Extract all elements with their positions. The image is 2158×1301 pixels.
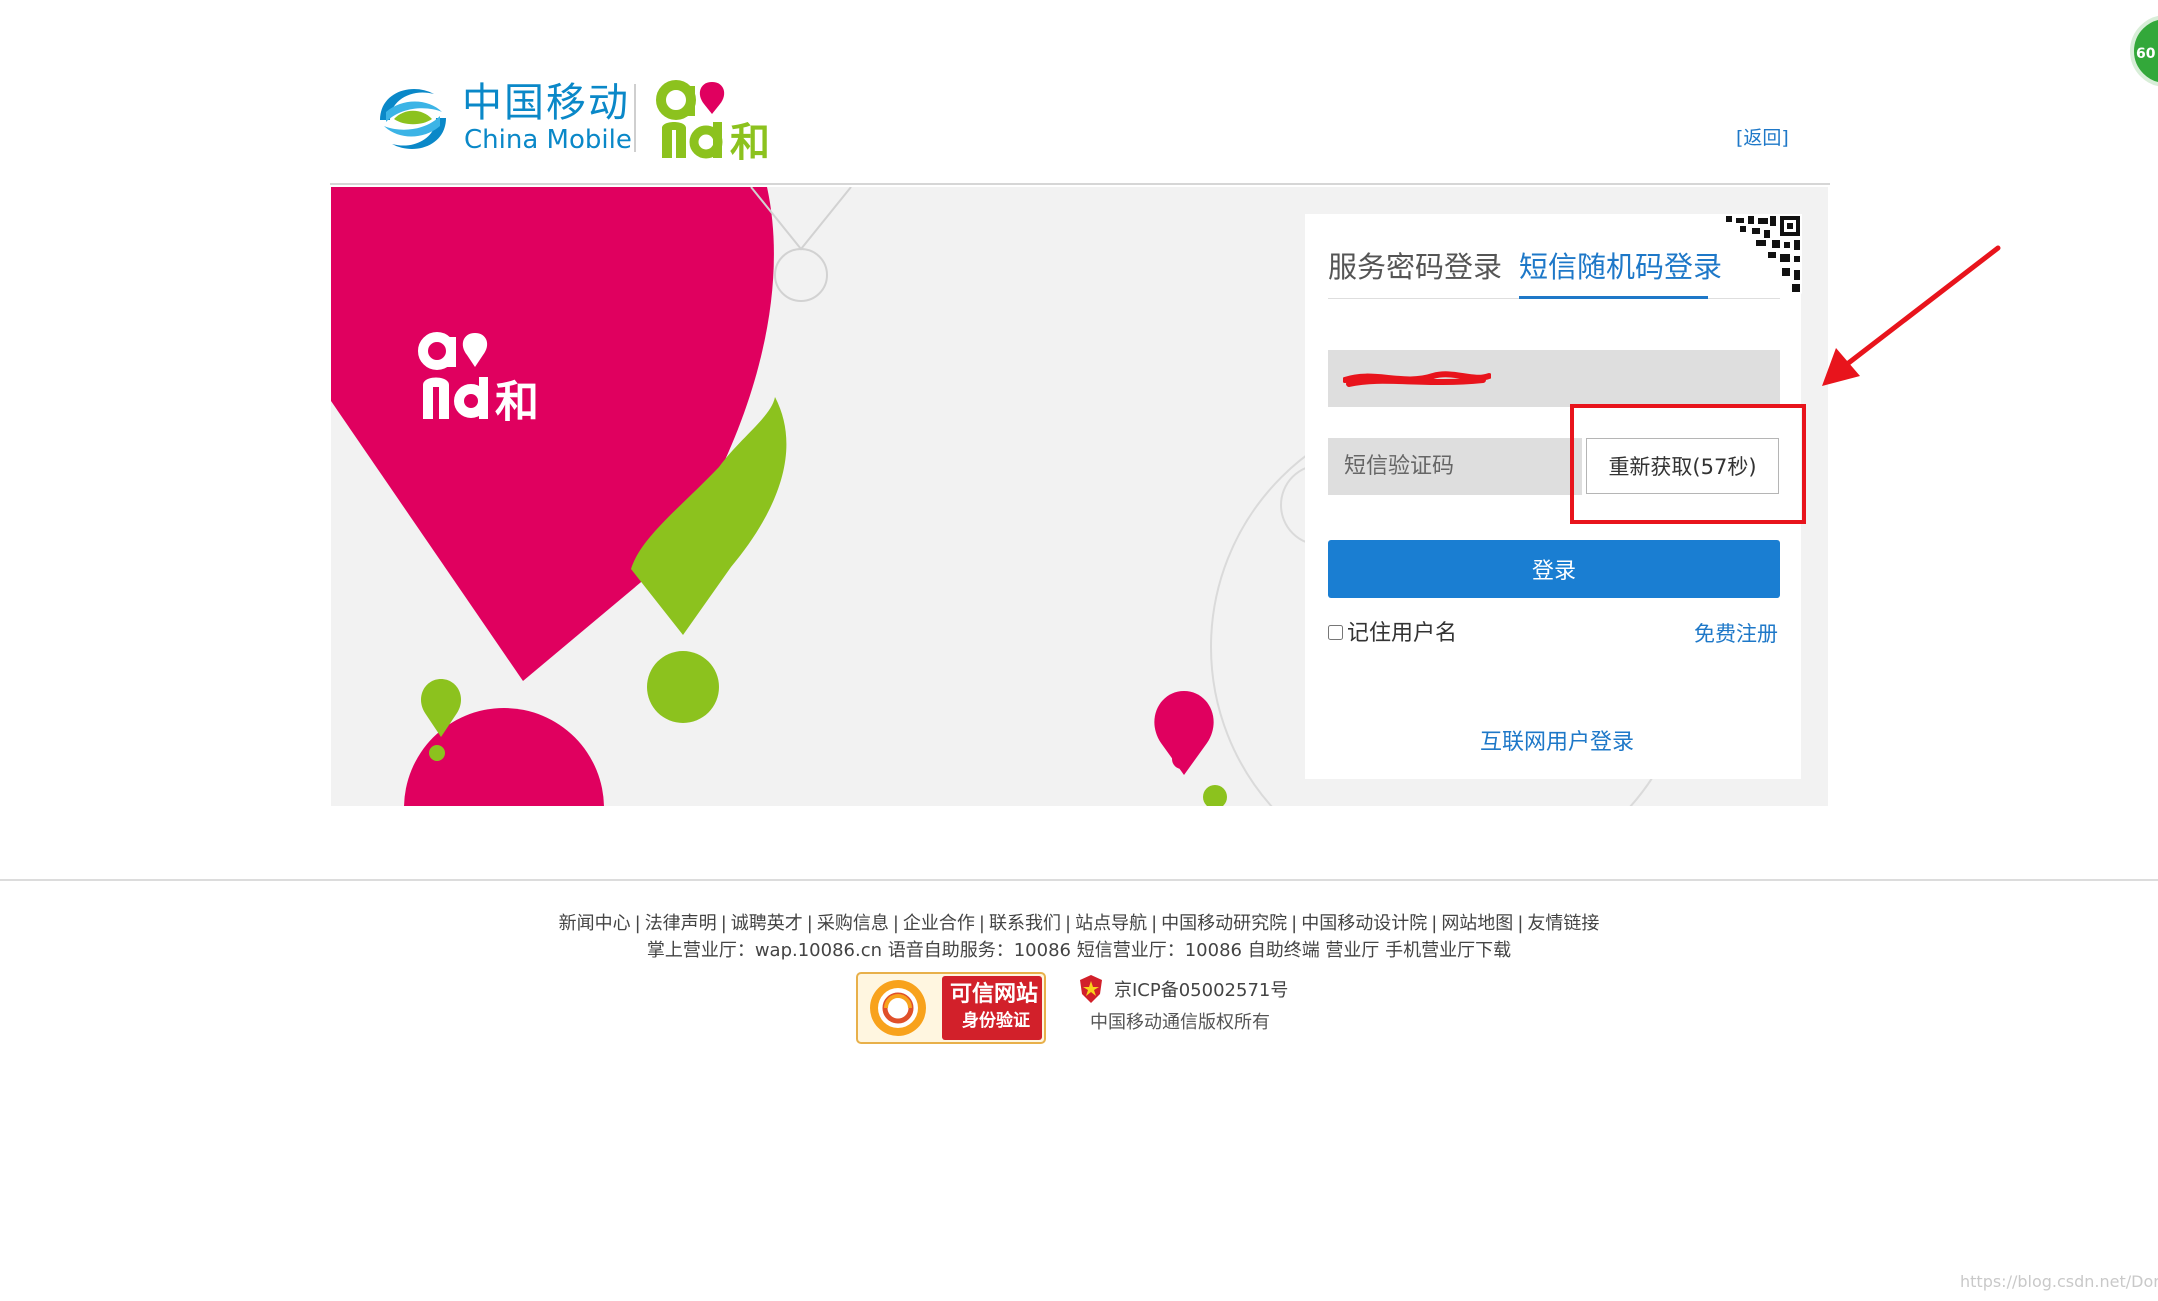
footer-link[interactable]: 网站地图 bbox=[1441, 913, 1513, 934]
footer-link-separator: | bbox=[1065, 913, 1072, 934]
register-link[interactable]: 免费注册 bbox=[1694, 620, 1778, 648]
footer-link-separator: | bbox=[978, 913, 985, 934]
footer-link-separator: | bbox=[1291, 913, 1298, 934]
svg-text:和: 和 bbox=[495, 377, 539, 421]
footer-link-separator: | bbox=[892, 913, 899, 934]
watermark: https://blog.csdn.net/Dontla bbox=[1960, 1272, 2158, 1291]
sms-code-input[interactable] bbox=[1328, 438, 1582, 495]
footer-link-separator: | bbox=[806, 913, 813, 934]
footer-link-separator: | bbox=[720, 913, 727, 934]
qr-code-icon[interactable] bbox=[1722, 214, 1802, 294]
icp-number[interactable]: 京ICP备05002571号 bbox=[1114, 979, 1288, 1003]
svg-text:和: 和 bbox=[730, 120, 770, 160]
remember-username-label[interactable]: 记住用户名 bbox=[1347, 620, 1457, 648]
footer-links: 新闻中心 | 法律声明 | 诚聘英才 | 采购信息 | 企业合作 | 联系我们 | 站点导航 | 中国移动研… bbox=[0, 912, 2158, 936]
banner-and-logo: 和 bbox=[418, 332, 539, 421]
timer-badge-text: 60 bbox=[2136, 46, 2156, 62]
remember-username-checkbox[interactable] bbox=[1328, 625, 1343, 640]
redaction-scribble bbox=[1343, 371, 1491, 387]
back-link[interactable]: [返回] bbox=[1736, 126, 1789, 150]
police-badge-icon bbox=[1080, 975, 1102, 1003]
and-logo: 和 bbox=[656, 80, 770, 160]
annotation-arrow bbox=[1822, 245, 2001, 386]
copyright-text: 中国移动通信版权所有 bbox=[1090, 1012, 1270, 1033]
footer-link[interactable]: 新闻中心 bbox=[559, 913, 631, 934]
annotation-highlight-box bbox=[1570, 404, 1806, 524]
tab-password-login[interactable]: 服务密码登录 bbox=[1328, 244, 1502, 290]
footer-link-separator: | bbox=[1431, 913, 1438, 934]
login-button[interactable]: 登录 bbox=[1328, 540, 1780, 598]
trust-badge-subtitle: 身份验证 bbox=[962, 1011, 1030, 1031]
logo-divider bbox=[634, 84, 636, 152]
internet-user-login-link[interactable]: 互联网用户登录 bbox=[1480, 729, 1634, 757]
tab-sms-login[interactable]: 短信随机码登录 bbox=[1519, 244, 1722, 290]
timer-badge: 60 bbox=[2130, 15, 2158, 87]
active-tab-indicator bbox=[1519, 296, 1708, 299]
footer-link-separator: | bbox=[1517, 913, 1524, 934]
brand-name-cn: 中国移动 bbox=[462, 80, 630, 126]
trust-badge-title: 可信网站 bbox=[950, 982, 1039, 1007]
footer-link[interactable]: 企业合作 bbox=[903, 913, 975, 934]
brand-name-en: China Mobile bbox=[464, 125, 632, 155]
footer-link[interactable]: 采购信息 bbox=[817, 913, 889, 934]
footer-link[interactable]: 站点导航 bbox=[1075, 913, 1147, 934]
footer-link-separator: | bbox=[634, 913, 641, 934]
footer-link[interactable]: 中国移动设计院 bbox=[1301, 913, 1427, 934]
footer-link[interactable]: 友情链接 bbox=[1527, 913, 1599, 934]
footer-services: 掌上营业厅：wap.10086.cn 语音自助服务：10086 短信营业厅：10… bbox=[646, 940, 1512, 961]
footer-link[interactable]: 中国移动研究院 bbox=[1161, 913, 1287, 934]
header-divider bbox=[330, 183, 1830, 185]
footer-link[interactable]: 法律声明 bbox=[645, 913, 717, 934]
footer-link[interactable]: 诚聘英才 bbox=[731, 913, 803, 934]
footer-link-separator: | bbox=[1151, 913, 1158, 934]
footer-divider bbox=[0, 879, 2158, 881]
china-mobile-logo bbox=[380, 89, 446, 149]
footer-link[interactable]: 联系我们 bbox=[989, 913, 1061, 934]
